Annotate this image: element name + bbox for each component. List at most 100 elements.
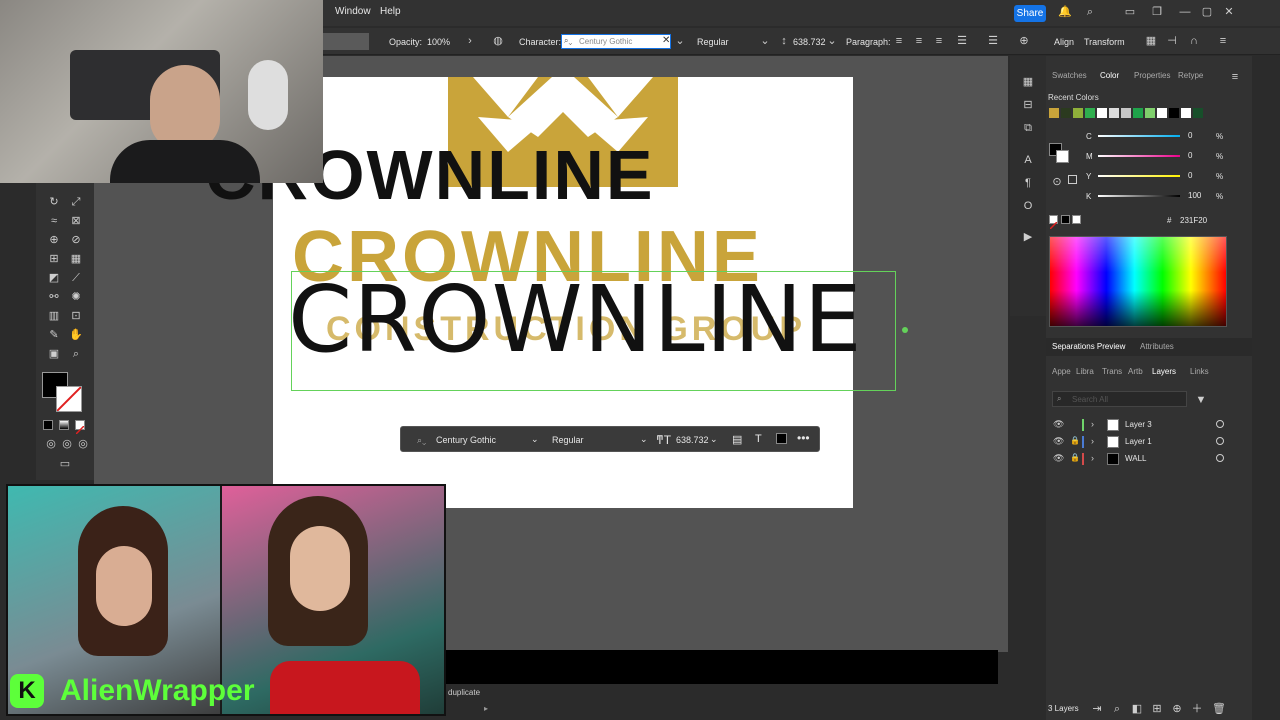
new-sublayer-icon[interactable]: ⊞	[1150, 702, 1164, 716]
web-safe-icon[interactable]	[1068, 175, 1077, 184]
font-size-input[interactable]: 638.732	[793, 37, 826, 47]
clip-mask-icon[interactable]: ◧	[1130, 702, 1144, 716]
recent-color-swatch[interactable]	[1097, 108, 1107, 118]
eye-icon[interactable]: 👁	[1053, 419, 1064, 430]
recent-color-swatch[interactable]	[1145, 108, 1155, 118]
character-label[interactable]: Character:	[519, 37, 561, 47]
white-swatch[interactable]	[1072, 215, 1081, 224]
add-icon[interactable]: ＋	[1190, 702, 1204, 716]
cmyk-m-value[interactable]: 0	[1188, 151, 1192, 160]
ctx-font-style[interactable]: Regular	[552, 435, 584, 445]
chevron-down-icon[interactable]: ⌄	[531, 434, 539, 445]
recent-color-swatch[interactable]	[1073, 108, 1083, 118]
expand-chevron-icon[interactable]: ›	[1091, 436, 1094, 446]
free-transform-icon[interactable]: ⊠	[68, 213, 84, 229]
layers-search-input[interactable]: Search All	[1072, 395, 1108, 404]
chevron-down-icon[interactable]: ⌄	[758, 34, 772, 48]
layer-name[interactable]: Layer 3	[1125, 420, 1152, 429]
anchor-icon[interactable]: ⊣	[1165, 34, 1179, 48]
screen-mode-icon[interactable]: ▭	[57, 456, 73, 472]
cmyk-k-value[interactable]: 100	[1188, 191, 1201, 200]
scale-tool-icon[interactable]: ⤢	[68, 194, 84, 210]
locate-icon[interactable]: ⌕	[1110, 702, 1124, 716]
recent-color-swatch[interactable]	[1181, 108, 1191, 118]
type-options-icon[interactable]: T	[755, 433, 762, 445]
graph-tool-icon[interactable]: ▥	[46, 308, 62, 324]
shape-builder-icon[interactable]: ⊕	[46, 232, 62, 248]
search-icon[interactable]: ⌕	[1083, 5, 1097, 19]
tab-retype[interactable]: Retype	[1178, 71, 1203, 80]
character-panel-icon[interactable]: A	[1020, 152, 1036, 168]
magnet-icon[interactable]: ∩	[1187, 34, 1201, 48]
transform-panel-link[interactable]: Transform	[1084, 37, 1125, 47]
draw-normal-icon[interactable]: ◎	[43, 436, 59, 452]
pathfinder-icon[interactable]: ⧉	[1020, 120, 1036, 136]
globe-icon[interactable]: ⊕	[1017, 34, 1031, 48]
warp-tool-icon[interactable]: ≈	[46, 213, 62, 229]
selection-handle[interactable]	[902, 327, 908, 333]
align-center-icon[interactable]: ≡	[912, 34, 926, 48]
cmyk-c-slider[interactable]	[1098, 135, 1180, 137]
actions-play-icon[interactable]: ▶	[1020, 229, 1036, 245]
align-left-icon[interactable]: ≡	[892, 34, 906, 48]
paragraph-label[interactable]: Paragraph:	[846, 37, 891, 47]
clear-icon[interactable]: ✕	[662, 35, 670, 46]
minimize-icon[interactable]: —	[1178, 5, 1192, 19]
chevron-down-icon[interactable]: ⌄	[710, 434, 718, 445]
expand-chevron-icon[interactable]: ›	[1091, 453, 1094, 463]
color-mode-icon[interactable]	[43, 420, 53, 430]
print-tiling-icon[interactable]: ▣	[46, 346, 62, 362]
tab-appearance[interactable]: Appe	[1052, 367, 1071, 376]
menu-help[interactable]: Help	[380, 6, 401, 17]
fill-color-swatch[interactable]	[776, 433, 787, 444]
share-button[interactable]: Share	[1014, 5, 1046, 22]
cmyk-k-slider[interactable]	[1098, 195, 1180, 197]
filter-icon[interactable]: ▼	[1194, 393, 1208, 407]
gradient-mode-icon[interactable]	[59, 420, 69, 430]
tab-separations-preview[interactable]: Separations Preview	[1052, 342, 1125, 351]
draw-inside-icon[interactable]: ◎	[75, 436, 91, 452]
layer-name[interactable]: WALL	[1125, 454, 1147, 463]
paragraph-panel-icon[interactable]: ¶	[1020, 175, 1036, 191]
recent-color-swatch[interactable]	[1121, 108, 1131, 118]
stroke-color-icon[interactable]	[1056, 150, 1069, 163]
align-right-icon[interactable]: ≡	[932, 34, 946, 48]
lock-icon[interactable]: 🔒	[1070, 436, 1080, 445]
recent-color-swatch[interactable]	[1085, 108, 1095, 118]
out-of-gamut-icon[interactable]: ⊙	[1049, 174, 1065, 190]
tab-libraries[interactable]: Libra	[1076, 367, 1094, 376]
align-panel-link[interactable]: Align	[1054, 37, 1074, 47]
new-layer-icon[interactable]: ⊕	[1170, 702, 1184, 716]
artboards-panel-icon[interactable]: ▦	[1020, 74, 1036, 90]
zoom-tool-icon[interactable]: ⌕	[68, 346, 84, 362]
tab-links[interactable]: Links	[1190, 367, 1209, 376]
gradient-tool-icon[interactable]: ◩	[46, 270, 62, 286]
layer-row[interactable]: 👁 🔒 › WALL	[1048, 451, 1238, 468]
layer-name[interactable]: Layer 1	[1125, 437, 1152, 446]
arrange-icon[interactable]: ❐	[1150, 5, 1164, 19]
recent-color-swatch[interactable]	[1169, 108, 1179, 118]
slice-tool-icon[interactable]: ✎	[46, 327, 62, 343]
tab-artboards[interactable]: Artb	[1128, 367, 1143, 376]
none-swatch[interactable]	[1049, 215, 1058, 230]
opentype-icon[interactable]: O	[1020, 198, 1036, 214]
maximize-icon[interactable]: ▢	[1200, 5, 1214, 19]
more-icon[interactable]: •••	[797, 431, 810, 445]
tab-attributes[interactable]: Attributes	[1140, 342, 1174, 351]
cmyk-m-slider[interactable]	[1098, 155, 1180, 157]
tab-swatches[interactable]: Swatches	[1052, 71, 1087, 80]
layer-row[interactable]: 👁 🔒 › Layer 1	[1048, 434, 1238, 451]
trash-icon[interactable]: 🗑	[1212, 702, 1226, 716]
paragraph-icon[interactable]: ▤	[732, 433, 742, 446]
eye-icon[interactable]: 👁	[1053, 453, 1064, 464]
ctx-font-family[interactable]: Century Gothic	[436, 435, 496, 445]
cmyk-c-value[interactable]: 0	[1188, 131, 1192, 140]
chevron-down-icon[interactable]: ⌄	[825, 34, 839, 48]
play-icon[interactable]: ▸	[484, 704, 488, 713]
live-paint-icon[interactable]: ⊘	[68, 232, 84, 248]
align-panel-icon[interactable]: ⊟	[1020, 97, 1036, 113]
target-circle-icon[interactable]	[1216, 437, 1224, 445]
mesh-tool-icon[interactable]: ▦	[68, 251, 84, 267]
panel-menu-icon[interactable]: ≡	[1228, 70, 1242, 84]
chevron-right-icon[interactable]: ›	[463, 34, 477, 48]
